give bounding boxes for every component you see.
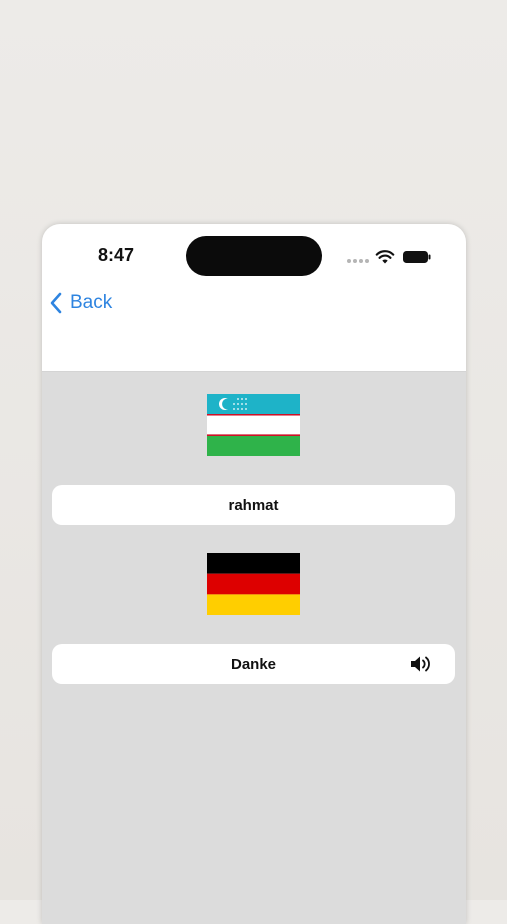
source-word: rahmat [228, 496, 279, 514]
target-word: Danke [230, 655, 277, 673]
uzbekistan-flag [207, 394, 300, 456]
signal-dots-icon [347, 259, 369, 263]
status-time: 8:47 [98, 245, 135, 265]
battery-icon [403, 251, 431, 263]
target-word-card: Danke [52, 644, 455, 684]
back-label: Back [70, 292, 113, 313]
source-word-card: rahmat [52, 485, 455, 525]
speaker-icon[interactable] [409, 654, 433, 674]
phone-screen: 8:47 Back rahmat Danke [42, 224, 466, 924]
wifi-icon [375, 250, 395, 264]
dynamic-island [186, 236, 322, 276]
navigation-bar: 8:47 Back [42, 224, 466, 372]
germany-flag [207, 553, 300, 615]
back-button[interactable]: Back [50, 292, 112, 314]
chevron-left-icon [50, 292, 62, 314]
